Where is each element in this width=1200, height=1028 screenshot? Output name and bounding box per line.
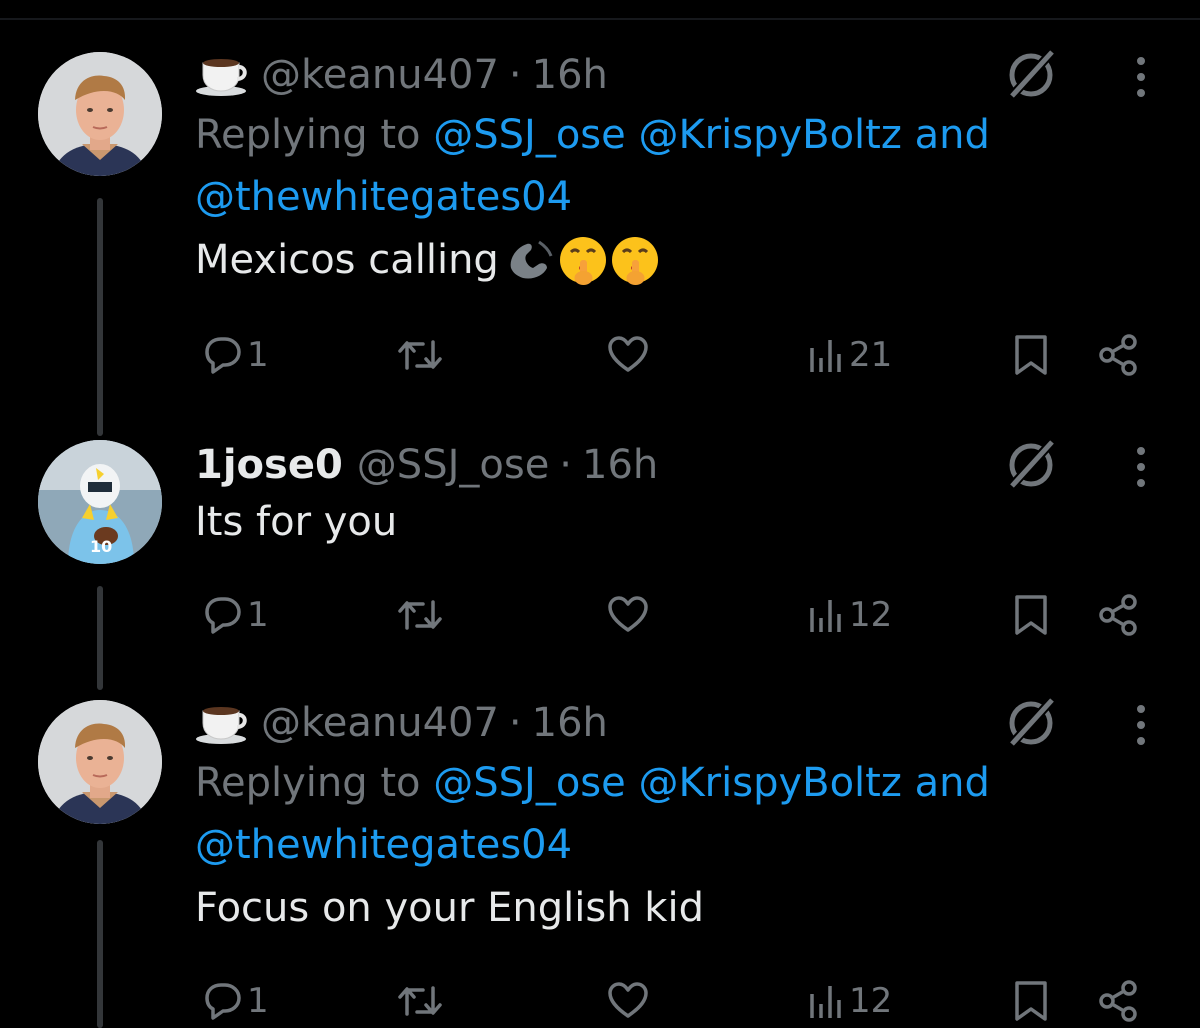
mention-link[interactable]: @thewhitegates04: [195, 174, 572, 220]
avatar-keanu407[interactable]: [38, 700, 162, 824]
reply-button[interactable]: 1: [199, 330, 269, 380]
retweet-button[interactable]: [395, 590, 445, 640]
bookmark-icon: [1015, 981, 1047, 1021]
heart-icon: [608, 982, 648, 1018]
author-display-name[interactable]: 1jose0: [195, 442, 343, 488]
avatar-keanu407[interactable]: [38, 52, 162, 176]
views-count: 21: [849, 335, 893, 375]
grok-icon[interactable]: [1002, 46, 1060, 104]
tweet-text-content: Its for you: [195, 499, 398, 545]
tweet-text: Its for you: [195, 490, 1200, 554]
reply-icon: [205, 597, 241, 634]
mention-link[interactable]: @SSJ_ose: [433, 112, 626, 158]
timestamp[interactable]: 16h: [532, 52, 608, 98]
share-icon: [1099, 334, 1137, 376]
dot-separator: ·: [508, 52, 522, 98]
views-count: 12: [849, 981, 893, 1021]
reply-icon: [205, 337, 241, 374]
avatar-ssj-ose[interactable]: 10: [38, 440, 162, 564]
bookmark-button[interactable]: [1011, 330, 1051, 380]
like-button[interactable]: [605, 330, 651, 380]
views-icon: [810, 600, 841, 632]
mention-link[interactable]: @KrispyBoltz: [638, 760, 901, 806]
views-button[interactable]: 12: [807, 590, 892, 640]
more-icon[interactable]: [1134, 702, 1148, 748]
tweet-actions: 1 12: [195, 976, 1145, 1026]
views-button[interactable]: 12: [807, 976, 892, 1026]
coffee-cup-icon: [195, 701, 249, 745]
bookmark-button[interactable]: [1011, 590, 1051, 640]
retweet-button[interactable]: [395, 976, 445, 1026]
views-icon: [810, 986, 841, 1018]
tweet-actions: 1 21: [195, 330, 1145, 380]
reply-count: 1: [247, 595, 269, 635]
like-button[interactable]: [605, 976, 651, 1026]
share-icon: [1099, 980, 1137, 1022]
telephone-receiver-icon: [505, 238, 557, 282]
share-button[interactable]: [1095, 590, 1141, 640]
top-divider: [0, 18, 1200, 20]
mention-link[interactable]: @KrispyBoltz: [638, 112, 901, 158]
views-button[interactable]: 21: [807, 330, 892, 380]
author-handle[interactable]: @keanu407: [261, 52, 499, 98]
views-count: 12: [849, 595, 893, 635]
share-button[interactable]: [1095, 976, 1141, 1026]
retweet-button[interactable]: [395, 330, 445, 380]
mention-and[interactable]: and: [915, 112, 990, 158]
grok-icon[interactable]: [1002, 436, 1060, 494]
mention-link[interactable]: @SSJ_ose: [433, 760, 626, 806]
heart-icon: [608, 336, 648, 372]
bookmark-icon: [1015, 595, 1047, 635]
retweet-icon: [398, 986, 442, 1016]
tweet-actions: 1 12: [195, 590, 1145, 640]
shushing-face-icon: [557, 234, 609, 286]
reply-button[interactable]: 1: [199, 590, 269, 640]
thread-line: [97, 586, 103, 690]
timestamp[interactable]: 16h: [532, 700, 608, 746]
share-icon: [1099, 594, 1137, 636]
reply-icon: [205, 983, 241, 1020]
author-handle[interactable]: @keanu407: [261, 700, 499, 746]
more-icon[interactable]: [1134, 444, 1148, 490]
coffee-cup-icon: [195, 53, 249, 97]
tweet-text-content: Mexicos calling: [195, 237, 499, 283]
timestamp[interactable]: 16h: [582, 442, 658, 488]
bookmark-button[interactable]: [1011, 976, 1051, 1026]
shushing-face-icon: [609, 234, 661, 286]
dot-separator: ·: [559, 442, 573, 488]
grok-icon[interactable]: [1002, 694, 1060, 752]
heart-icon: [608, 596, 648, 632]
dot-separator: ·: [508, 700, 522, 746]
replying-to: Replying to @SSJ_ose @KrispyBoltz and @t…: [195, 752, 1200, 876]
tweet-text: Mexicos calling: [195, 228, 1200, 292]
more-icon[interactable]: [1134, 54, 1148, 100]
mention-and[interactable]: and: [915, 760, 990, 806]
bookmark-icon: [1015, 335, 1047, 375]
reply-button[interactable]: 1: [199, 976, 269, 1026]
author-handle[interactable]: @SSJ_ose: [357, 442, 550, 488]
share-button[interactable]: [1095, 330, 1141, 380]
views-icon: [810, 340, 841, 372]
replying-prefix: Replying to: [195, 760, 421, 806]
thread-line: [97, 840, 103, 1028]
tweet-text: Focus on your English kid: [195, 876, 1200, 940]
like-button[interactable]: [605, 590, 651, 640]
svg-text:10: 10: [90, 537, 112, 556]
mention-link[interactable]: @thewhitegates04: [195, 822, 572, 868]
replying-to: Replying to @SSJ_ose @KrispyBoltz and @t…: [195, 104, 1200, 228]
tweet-text-content: Focus on your English kid: [195, 885, 704, 931]
retweet-icon: [398, 600, 442, 630]
replying-prefix: Replying to: [195, 112, 421, 158]
reply-count: 1: [247, 335, 269, 375]
retweet-icon: [398, 340, 442, 370]
reply-count: 1: [247, 981, 269, 1021]
thread-line: [97, 198, 103, 436]
